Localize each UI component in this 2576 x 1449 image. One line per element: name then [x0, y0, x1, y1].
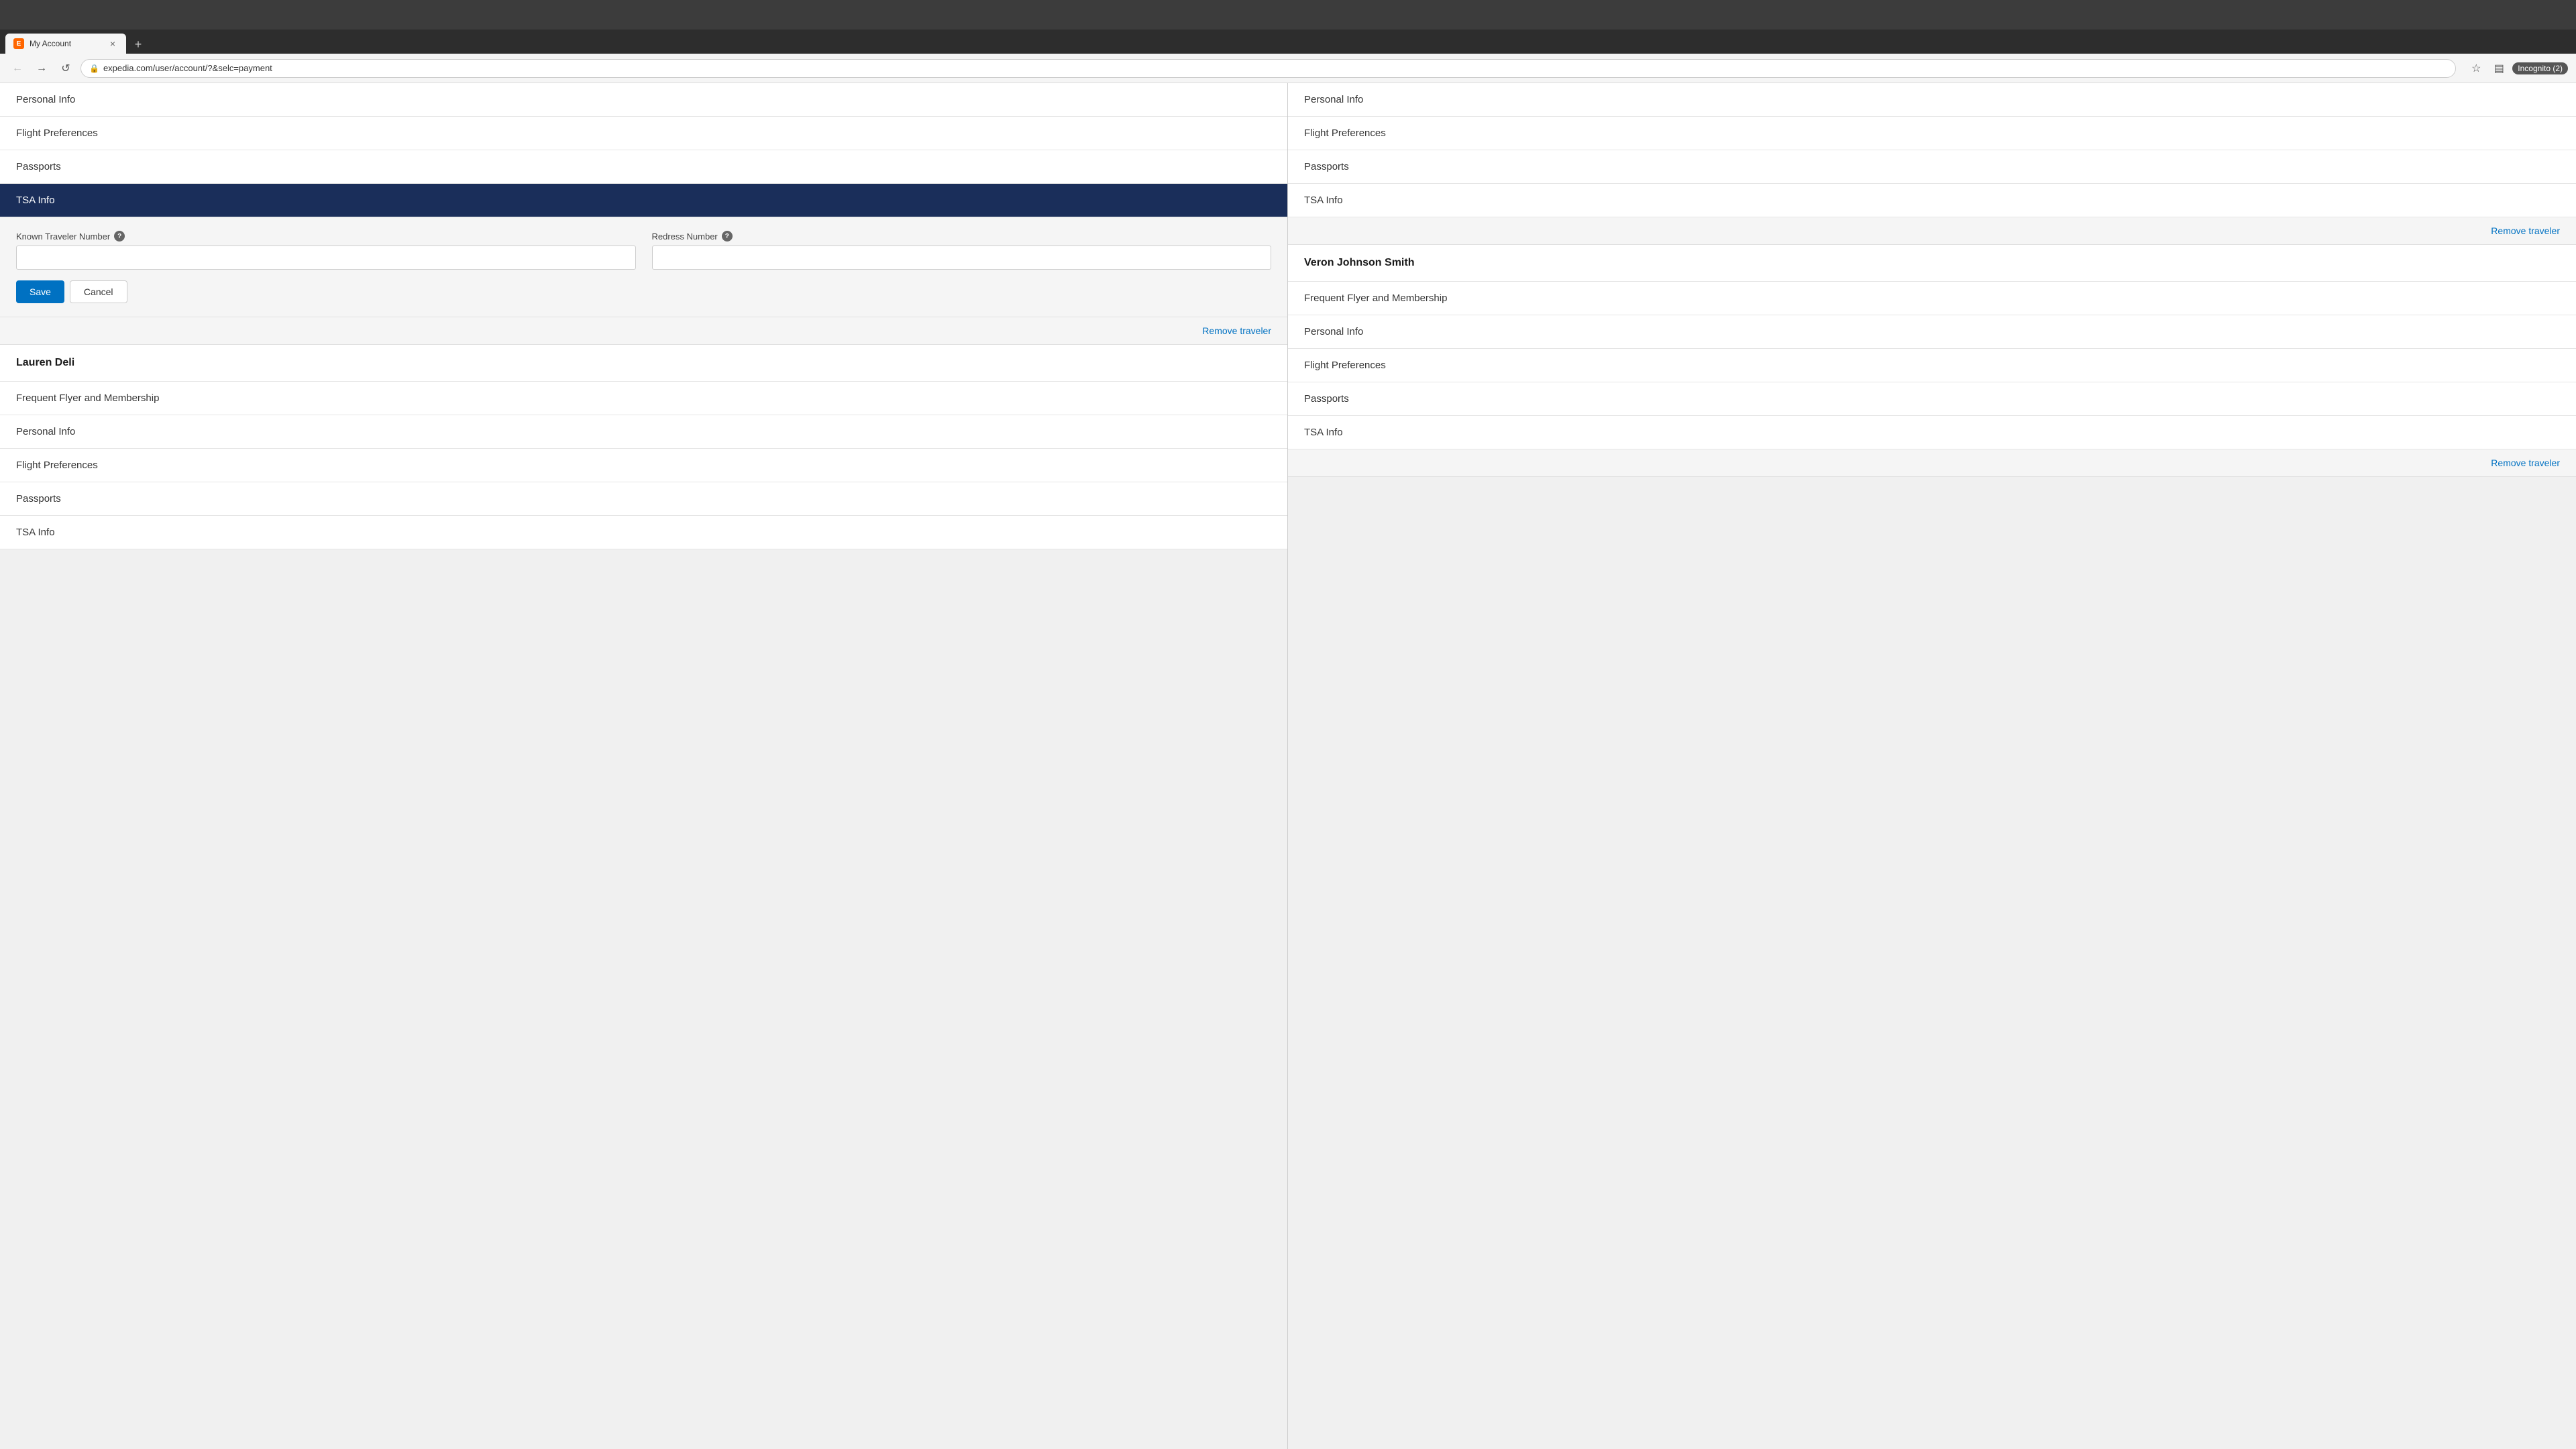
nav-item-ff-lauren[interactable]: Frequent Flyer and Membership	[0, 382, 1287, 415]
forward-button[interactable]: →	[32, 59, 51, 78]
nav-item-passports-left[interactable]: Passports	[0, 150, 1287, 184]
url-text: expedia.com/user/account/?&selc=payment	[103, 63, 2447, 73]
left-column: Personal Info Flight Preferences Passpor…	[0, 83, 1288, 1449]
right-column: Personal Info Flight Preferences Passpor…	[1288, 83, 2576, 1449]
new-tab-button[interactable]: +	[129, 35, 148, 54]
nav-item-pi-veron[interactable]: Personal Info	[1288, 315, 2576, 349]
tsa-form-section: Known Traveler Number ? Redress Number ?…	[0, 217, 1287, 317]
nav-item-personal-info-right[interactable]: Personal Info	[1288, 83, 2576, 117]
tab-bar: E My Account × +	[0, 30, 2576, 54]
back-button[interactable]: ←	[8, 59, 27, 78]
nav-item-flight-prefs-left[interactable]: Flight Preferences	[0, 117, 1287, 150]
nav-item-fp-lauren[interactable]: Flight Preferences	[0, 449, 1287, 482]
form-row: Known Traveler Number ? Redress Number ?	[16, 231, 1271, 270]
known-traveler-group: Known Traveler Number ?	[16, 231, 636, 270]
save-button[interactable]: Save	[16, 280, 64, 303]
reload-button[interactable]: ↺	[56, 59, 75, 78]
sidebar-button[interactable]: ▤	[2489, 59, 2508, 78]
nav-item-pass-lauren[interactable]: Passports	[0, 482, 1287, 516]
nav-item-tsa-info-right[interactable]: TSA Info	[1288, 184, 2576, 217]
form-buttons: Save Cancel	[16, 280, 1271, 303]
redress-number-input[interactable]	[652, 246, 1272, 270]
toolbar-icons: ☆ ▤ Incognito (2)	[2467, 59, 2568, 78]
known-traveler-label: Known Traveler Number ?	[16, 231, 636, 241]
tab-favicon: E	[13, 38, 24, 49]
redress-number-group: Redress Number ?	[652, 231, 1272, 270]
remove-traveler-row-right-bottom: Remove traveler	[1288, 449, 2576, 477]
nav-item-tsa-lauren[interactable]: TSA Info	[0, 516, 1287, 549]
nav-item-passports-right[interactable]: Passports	[1288, 150, 2576, 184]
lauren-deli-heading: Lauren Deli	[0, 345, 1287, 382]
address-bar[interactable]: 🔒 expedia.com/user/account/?&selc=paymen…	[80, 59, 2456, 78]
redress-label: Redress Number ?	[652, 231, 1272, 241]
active-tab[interactable]: E My Account ×	[5, 34, 126, 54]
nav-item-fp-veron[interactable]: Flight Preferences	[1288, 349, 2576, 382]
known-traveler-help-icon[interactable]: ?	[114, 231, 125, 241]
remove-traveler-row-right-top: Remove traveler	[1288, 217, 2576, 245]
remove-traveler-row-left: Remove traveler	[0, 317, 1287, 345]
nav-item-flight-prefs-right[interactable]: Flight Preferences	[1288, 117, 2576, 150]
veron-johnson-smith-heading: Veron Johnson Smith	[1288, 245, 2576, 282]
tab-title: My Account	[30, 39, 102, 48]
page-content: Personal Info Flight Preferences Passpor…	[0, 83, 2576, 1449]
tab-close-button[interactable]: ×	[107, 38, 118, 49]
incognito-badge[interactable]: Incognito (2)	[2512, 62, 2568, 74]
nav-item-tsa-veron[interactable]: TSA Info	[1288, 416, 2576, 449]
remove-traveler-link-left[interactable]: Remove traveler	[1202, 325, 1271, 336]
remove-traveler-link-right-top[interactable]: Remove traveler	[2491, 225, 2560, 236]
remove-traveler-link-right-bottom[interactable]: Remove traveler	[2491, 458, 2560, 468]
browser-titlebar	[0, 0, 2576, 30]
known-traveler-input[interactable]	[16, 246, 636, 270]
nav-item-tsa-info-left[interactable]: TSA Info	[0, 184, 1287, 217]
nav-item-pass-veron[interactable]: Passports	[1288, 382, 2576, 416]
lock-icon: 🔒	[89, 64, 99, 73]
cancel-button[interactable]: Cancel	[70, 280, 127, 303]
bookmark-button[interactable]: ☆	[2467, 59, 2485, 78]
redress-help-icon[interactable]: ?	[722, 231, 733, 241]
nav-item-personal-info-left[interactable]: Personal Info	[0, 83, 1287, 117]
address-bar-row: ← → ↺ 🔒 expedia.com/user/account/?&selc=…	[0, 54, 2576, 83]
nav-item-pi-lauren[interactable]: Personal Info	[0, 415, 1287, 449]
nav-item-ff-veron[interactable]: Frequent Flyer and Membership	[1288, 282, 2576, 315]
